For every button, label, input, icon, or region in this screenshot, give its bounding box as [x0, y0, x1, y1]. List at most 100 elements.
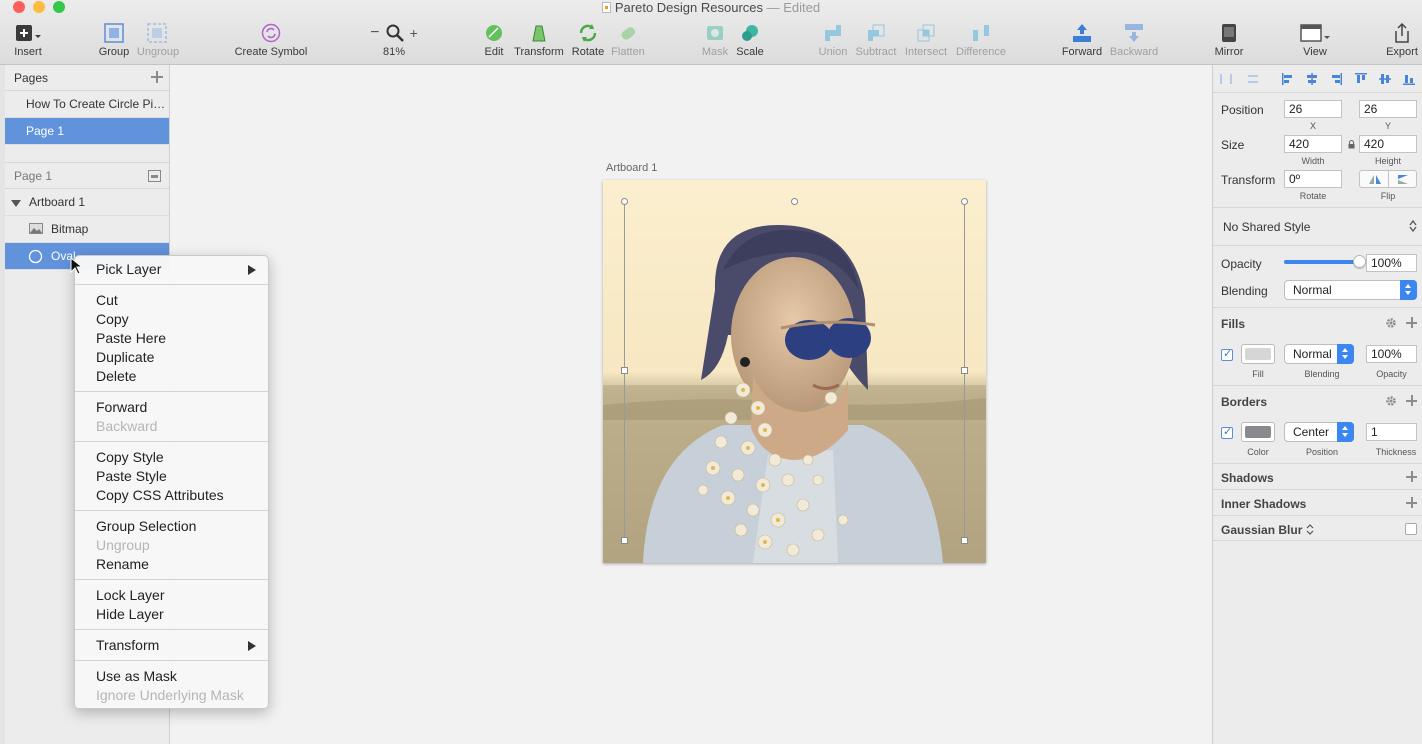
zoom-control[interactable]: − + 81% — [364, 22, 424, 62]
menu-item-group-selection[interactable]: Group Selection — [75, 517, 268, 536]
menu-item-cut[interactable]: Cut — [75, 291, 268, 310]
transform-icon — [532, 25, 546, 42]
width-input[interactable]: 420 — [1284, 135, 1342, 153]
menu-item-pick-layer[interactable]: Pick Layer — [75, 260, 268, 279]
add-shadow-icon[interactable] — [1406, 471, 1417, 482]
mask-button[interactable]: Mask — [699, 22, 731, 62]
union-button[interactable]: Union — [816, 22, 850, 62]
distribute-horizontal-icon[interactable] — [1219, 72, 1233, 86]
opacity-input[interactable]: 100% — [1366, 254, 1417, 272]
fill-opacity-input[interactable]: 100% — [1366, 345, 1417, 363]
align-left-icon[interactable] — [1281, 72, 1295, 86]
fill-enabled-checkbox[interactable] — [1221, 347, 1233, 361]
selection-handle[interactable] — [791, 198, 798, 205]
menu-item-use-as-mask[interactable]: Use as Mask — [75, 667, 268, 686]
layers-header: Page 1 — [5, 163, 169, 189]
align-middle-icon[interactable] — [1378, 72, 1392, 86]
blending-select[interactable]: Normal — [1284, 280, 1417, 300]
selection-handle[interactable] — [961, 537, 968, 544]
selection-handle[interactable] — [621, 537, 628, 544]
position-x-input[interactable]: 26 — [1284, 100, 1342, 118]
add-inner-shadow-icon[interactable] — [1406, 497, 1417, 508]
fill-blending-select[interactable]: Normal — [1284, 344, 1354, 364]
selection-handle[interactable] — [621, 198, 628, 205]
gear-icon[interactable] — [1385, 395, 1397, 407]
borders-section: Borders Center 1 Color Position Thicknes… — [1213, 385, 1422, 463]
artboard[interactable] — [603, 180, 986, 563]
menu-item-copy[interactable]: Copy — [75, 310, 268, 329]
difference-button[interactable]: Difference — [953, 22, 1009, 62]
menu-item-hide-layer[interactable]: Hide Layer — [75, 605, 268, 624]
zoom-in-icon[interactable]: + — [410, 26, 418, 40]
menu-item-copy-style[interactable]: Copy Style — [75, 448, 268, 467]
menu-item-forward[interactable]: Forward — [75, 398, 268, 417]
align-bottom-icon[interactable] — [1402, 72, 1416, 86]
height-input[interactable]: 420 — [1359, 135, 1417, 153]
collapse-icon[interactable] — [148, 170, 161, 182]
border-color-swatch[interactable] — [1241, 422, 1275, 442]
export-button[interactable]: Export — [1382, 22, 1422, 62]
group-button[interactable]: Group — [97, 22, 131, 62]
create-symbol-button[interactable]: Create Symbol — [232, 22, 310, 62]
opacity-slider[interactable] — [1284, 255, 1366, 268]
fill-color-swatch[interactable] — [1241, 344, 1275, 364]
border-thickness-input[interactable]: 1 — [1366, 423, 1417, 441]
rotate-input[interactable]: 0º — [1284, 170, 1342, 188]
backward-button[interactable]: Backward — [1109, 22, 1159, 62]
menu-item-transform[interactable]: Transform — [75, 636, 268, 655]
gaussian-blur-checkbox[interactable] — [1405, 523, 1417, 535]
menu-item-copy-css[interactable]: Copy CSS Attributes — [75, 486, 268, 505]
insert-button[interactable]: Insert — [10, 22, 46, 62]
selection-handle[interactable] — [961, 198, 968, 205]
lock-ratio-icon[interactable] — [1348, 140, 1355, 149]
add-page-icon[interactable] — [151, 71, 163, 83]
flatten-button[interactable]: Flatten — [609, 22, 647, 62]
align-center-horizontal-icon[interactable] — [1305, 72, 1319, 86]
border-enabled-checkbox[interactable] — [1221, 425, 1233, 439]
layer-item-bitmap[interactable]: Bitmap — [5, 216, 169, 243]
border-position-select[interactable]: Center — [1284, 422, 1354, 442]
opacity-slider-knob[interactable] — [1353, 255, 1366, 268]
mirror-button[interactable]: Mirror — [1210, 22, 1248, 62]
zoom-out-icon[interactable]: − — [370, 25, 379, 41]
rotate-button[interactable]: Rotate — [569, 22, 607, 62]
artboard-title[interactable]: Artboard 1 — [606, 162, 657, 174]
add-border-icon[interactable] — [1406, 395, 1417, 406]
gear-icon[interactable] — [1385, 317, 1397, 329]
portrait-bitmap[interactable] — [603, 180, 986, 563]
flip-vertical-icon[interactable] — [1397, 174, 1411, 185]
page-item[interactable]: How To Create Circle Pic... — [5, 91, 169, 118]
gaussian-blur-section: Gaussian Blur — [1213, 515, 1422, 541]
chevron-updown-icon[interactable] — [1409, 220, 1417, 232]
position-label: Position — [1221, 103, 1264, 117]
menu-item-lock-layer[interactable]: Lock Layer — [75, 586, 268, 605]
view-button[interactable]: View — [1295, 22, 1335, 62]
artboard-layer-label: Artboard 1 — [29, 195, 86, 209]
transform-button[interactable]: Transform — [512, 22, 566, 62]
menu-item-duplicate[interactable]: Duplicate — [75, 348, 268, 367]
edit-button[interactable]: Edit — [480, 22, 508, 62]
menu-item-rename[interactable]: Rename — [75, 555, 268, 574]
add-fill-icon[interactable] — [1406, 317, 1417, 328]
menu-item-paste-here[interactable]: Paste Here — [75, 329, 268, 348]
disclosure-triangle-icon[interactable] — [11, 200, 21, 207]
menu-item-delete[interactable]: Delete — [75, 367, 268, 386]
distribute-vertical-icon[interactable] — [1246, 72, 1260, 86]
artboard-layer[interactable]: Artboard 1 — [5, 189, 169, 216]
align-right-icon[interactable] — [1329, 72, 1343, 86]
page-item-selected[interactable]: Page 1 — [5, 118, 169, 145]
scale-button[interactable]: Scale — [734, 22, 766, 62]
position-y-input[interactable]: 26 — [1359, 100, 1417, 118]
subtract-button[interactable]: Subtract — [853, 22, 899, 62]
shared-style-select[interactable]: No Shared Style — [1223, 220, 1310, 234]
align-top-icon[interactable] — [1354, 72, 1368, 86]
selection-handle[interactable] — [961, 367, 968, 374]
intersect-button[interactable]: Intersect — [903, 22, 949, 62]
selection-handle[interactable] — [621, 367, 628, 374]
fill-opacity-label: Opacity — [1376, 369, 1407, 379]
ungroup-button[interactable]: Ungroup — [136, 22, 180, 62]
flip-horizontal-icon[interactable] — [1368, 174, 1382, 185]
menu-item-paste-style[interactable]: Paste Style — [75, 467, 268, 486]
gaussian-blur-select[interactable]: Gaussian Blur — [1221, 523, 1314, 537]
forward-button[interactable]: Forward — [1060, 22, 1104, 62]
